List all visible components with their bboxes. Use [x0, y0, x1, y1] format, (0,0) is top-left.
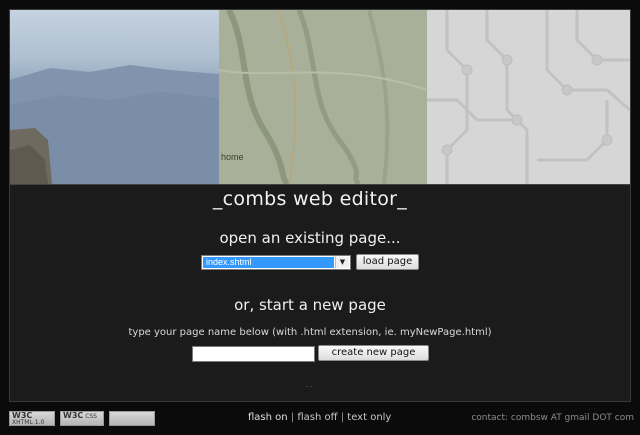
- contact-info: contact: combsw AT gmail DOT com: [471, 413, 634, 423]
- validator-badge[interactable]: [109, 411, 155, 426]
- map-illustration: [219, 10, 427, 184]
- badge-sub-text: CSS: [85, 413, 97, 420]
- banner-mountain-image: [10, 10, 219, 184]
- divider-dots: . .: [306, 382, 312, 389]
- page-title: _combs web editor_: [212, 188, 408, 210]
- mountain-illustration: [10, 65, 219, 184]
- new-page-heading: or, start a new page: [234, 296, 386, 314]
- open-existing-heading: open an existing page...: [219, 229, 401, 247]
- badge-top-text: W3C: [63, 411, 84, 420]
- header-banner: [10, 10, 630, 185]
- flash-on-link[interactable]: flash on: [248, 412, 288, 423]
- w3c-css-badge[interactable]: W3C CSS: [60, 411, 104, 426]
- badge-sub-text: XHTML 1.0: [12, 419, 45, 426]
- w3c-xhtml-badge[interactable]: W3C XHTML 1.0: [9, 411, 55, 426]
- link-separator: |: [290, 412, 295, 423]
- create-new-page-button[interactable]: create new page: [318, 345, 429, 361]
- new-page-name-input[interactable]: [192, 346, 315, 362]
- banner-circuit-image: [427, 10, 630, 184]
- text-only-link[interactable]: text only: [347, 412, 391, 423]
- new-page-hint: type your page name below (with .html ex…: [128, 327, 492, 338]
- banner-map-image: [219, 10, 427, 184]
- flash-off-link[interactable]: flash off: [297, 412, 337, 423]
- circuit-illustration: [427, 10, 630, 184]
- page-select-value: index.shtml: [203, 257, 334, 268]
- display-mode-links: flash on | flash off | text only: [248, 412, 391, 423]
- chevron-down-icon[interactable]: ▼: [335, 257, 349, 268]
- home-link[interactable]: home: [221, 152, 244, 162]
- link-separator: |: [340, 412, 345, 423]
- page-select[interactable]: index.shtml ▼: [201, 255, 351, 270]
- load-page-button[interactable]: load page: [356, 254, 419, 270]
